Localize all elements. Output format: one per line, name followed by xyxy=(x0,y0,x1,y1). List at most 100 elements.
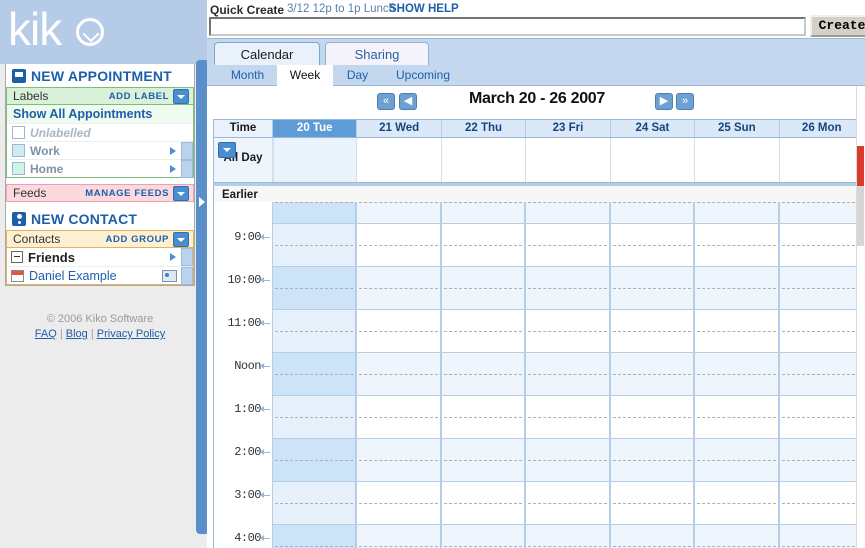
contact-scroll-handle[interactable] xyxy=(181,266,193,285)
hour-cell[interactable] xyxy=(695,267,778,310)
earlier-expand-icon[interactable] xyxy=(218,142,236,158)
day-header-6[interactable]: 26 Mon xyxy=(780,120,864,137)
day-header-2[interactable]: 22 Thu xyxy=(442,120,527,137)
hour-cell[interactable] xyxy=(357,353,440,396)
contact-group-friends[interactable]: Friends xyxy=(7,248,193,266)
hour-cell[interactable] xyxy=(695,224,778,267)
new-contact-button[interactable]: NEW CONTACT xyxy=(6,207,194,230)
hour-cell[interactable] xyxy=(526,224,609,267)
hour-cell[interactable] xyxy=(779,202,862,224)
hour-cell[interactable] xyxy=(526,310,609,353)
chevron-right-icon[interactable] xyxy=(170,164,176,173)
all-day-cell-1[interactable] xyxy=(357,138,442,182)
hour-cell[interactable] xyxy=(779,439,862,482)
hour-cell[interactable] xyxy=(273,267,356,310)
chevron-right-icon[interactable] xyxy=(170,253,176,261)
new-appointment-button[interactable]: NEW APPOINTMENT xyxy=(6,64,194,87)
hour-cell[interactable] xyxy=(695,202,778,224)
quick-create-input[interactable] xyxy=(209,17,806,36)
hour-cell[interactable] xyxy=(273,396,356,439)
day-column-2[interactable] xyxy=(440,202,526,548)
hour-cell[interactable] xyxy=(610,439,694,482)
hour-cell[interactable] xyxy=(441,525,525,548)
hour-cell[interactable] xyxy=(526,439,609,482)
create-button[interactable]: Create xyxy=(810,15,865,37)
tab-sharing[interactable]: Sharing xyxy=(325,42,429,67)
day-column-0[interactable] xyxy=(272,202,357,548)
privacy-policy-link[interactable]: Privacy Policy xyxy=(97,328,165,340)
label-item-home[interactable]: Home xyxy=(7,159,193,178)
hour-cell[interactable] xyxy=(273,224,356,267)
hour-cell[interactable] xyxy=(273,439,356,482)
scrollbar-thumb[interactable] xyxy=(857,146,864,186)
hour-cell[interactable] xyxy=(357,224,440,267)
hour-cell[interactable] xyxy=(357,482,440,525)
hour-cell[interactable] xyxy=(441,482,525,525)
hour-cell[interactable] xyxy=(779,396,862,439)
next-period-button[interactable]: ▶ xyxy=(655,93,673,110)
all-day-cell-6[interactable] xyxy=(780,138,864,182)
day-header-5[interactable]: 25 Sun xyxy=(695,120,780,137)
page-scrollbar[interactable] xyxy=(856,86,865,548)
hour-cell[interactable] xyxy=(357,439,440,482)
hour-cell[interactable] xyxy=(695,525,778,548)
group-scroll-handle[interactable] xyxy=(181,248,193,266)
tab-upcoming[interactable]: Upcoming xyxy=(381,65,465,86)
hour-cell[interactable] xyxy=(357,310,440,353)
hour-cell[interactable] xyxy=(610,310,694,353)
blog-link[interactable]: Blog xyxy=(66,328,88,340)
hour-cell[interactable] xyxy=(610,525,694,548)
collapse-icon[interactable] xyxy=(11,251,23,263)
labels-chevron-down-icon[interactable] xyxy=(173,88,189,104)
feeds-chevron-down-icon[interactable] xyxy=(173,185,189,201)
label-scroll-handle[interactable] xyxy=(181,141,193,160)
tab-calendar[interactable]: Calendar xyxy=(214,42,320,67)
hour-cell[interactable] xyxy=(610,353,694,396)
tab-week[interactable]: Week xyxy=(277,65,333,86)
hour-cell[interactable] xyxy=(357,267,440,310)
hour-cell[interactable] xyxy=(441,202,525,224)
manage-feeds-link[interactable]: MANAGE FEEDS xyxy=(85,188,169,199)
faq-link[interactable]: FAQ xyxy=(35,328,57,340)
day-header-1[interactable]: 21 Wed xyxy=(357,120,442,137)
day-column-3[interactable] xyxy=(525,202,610,548)
hour-cell[interactable] xyxy=(610,202,694,224)
hour-cell[interactable] xyxy=(779,267,862,310)
hour-cell[interactable] xyxy=(610,224,694,267)
hour-cell[interactable] xyxy=(273,202,356,224)
show-all-appointments-link[interactable]: Show All Appointments xyxy=(7,105,193,123)
hour-cell[interactable] xyxy=(357,525,440,548)
day-header-4[interactable]: 24 Sat xyxy=(611,120,696,137)
chevron-right-icon[interactable] xyxy=(170,146,176,155)
app-logo[interactable]: kik xyxy=(8,4,62,54)
day-column-6[interactable] xyxy=(778,202,863,548)
tab-month[interactable]: Month xyxy=(220,65,275,86)
all-day-cell-2[interactable] xyxy=(442,138,527,182)
label-item-work[interactable]: Work xyxy=(7,141,193,160)
hour-cell[interactable] xyxy=(695,310,778,353)
hour-cell[interactable] xyxy=(441,267,525,310)
hour-cell[interactable] xyxy=(441,396,525,439)
hour-cell[interactable] xyxy=(273,353,356,396)
hour-cell[interactable] xyxy=(441,224,525,267)
scrollbar-track[interactable] xyxy=(857,186,864,246)
hour-cell[interactable] xyxy=(779,525,862,548)
hour-cell[interactable] xyxy=(441,310,525,353)
hour-cell[interactable] xyxy=(357,202,440,224)
hour-cell[interactable] xyxy=(273,482,356,525)
add-group-link[interactable]: ADD GROUP xyxy=(106,234,169,245)
all-day-cell-5[interactable] xyxy=(695,138,780,182)
hour-cell[interactable] xyxy=(526,396,609,439)
show-help-link[interactable]: SHOW HELP xyxy=(389,3,459,15)
hour-cell[interactable] xyxy=(526,525,609,548)
day-column-1[interactable] xyxy=(356,202,441,548)
hour-cell[interactable] xyxy=(695,439,778,482)
hour-cell[interactable] xyxy=(526,482,609,525)
hour-cell[interactable] xyxy=(273,310,356,353)
hour-cell[interactable] xyxy=(695,482,778,525)
hour-cell[interactable] xyxy=(779,353,862,396)
earlier-bar[interactable]: Earlier xyxy=(213,183,865,202)
hour-cell[interactable] xyxy=(610,396,694,439)
label-item-unlabelled[interactable]: Unlabelled xyxy=(7,123,193,141)
hour-cell[interactable] xyxy=(526,202,609,224)
